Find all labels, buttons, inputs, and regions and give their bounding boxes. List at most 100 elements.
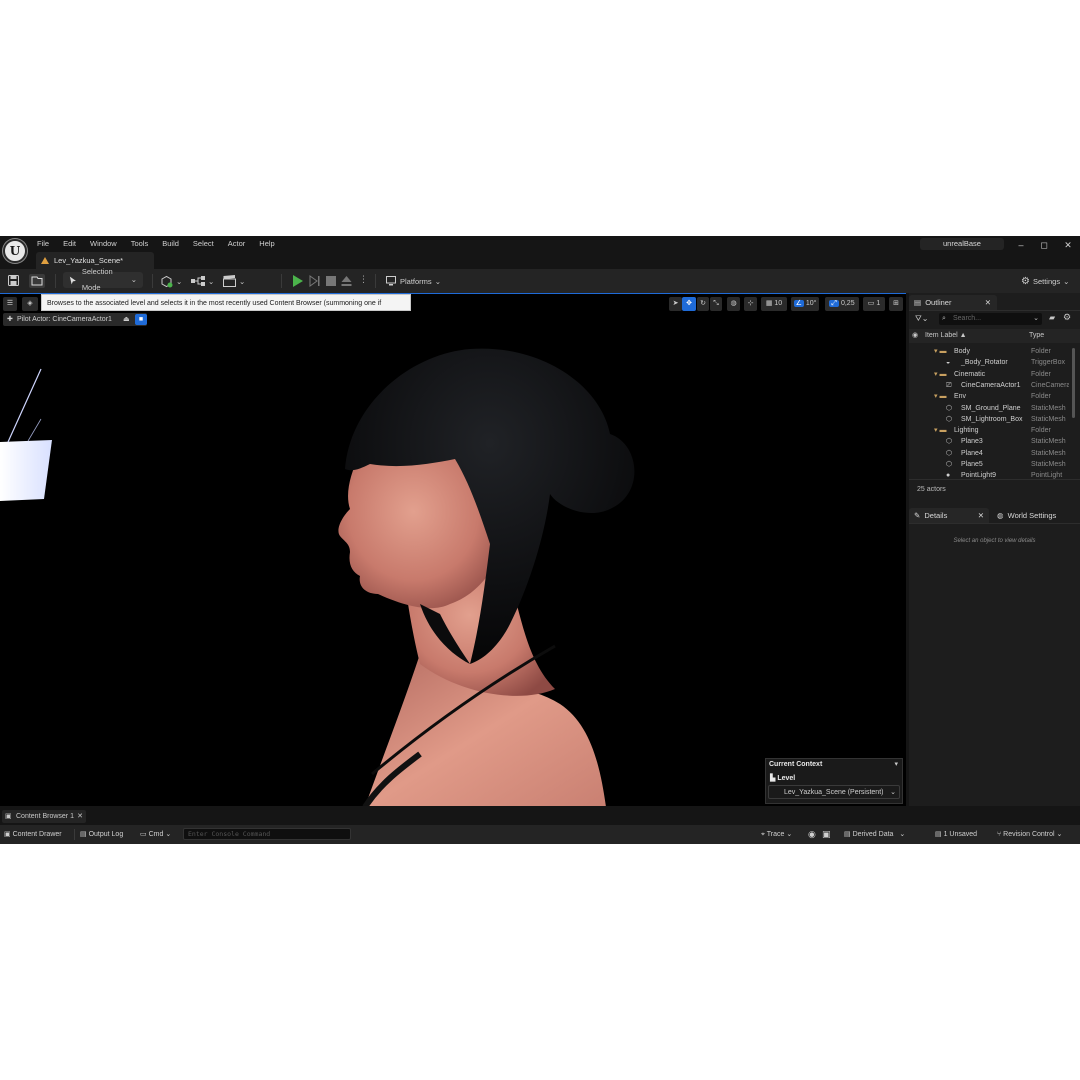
translate-tool-icon[interactable]: ✥: [682, 297, 696, 311]
content-drawer-label: Content Drawer: [12, 831, 62, 838]
cinematics-button[interactable]: ⌄: [223, 272, 245, 290]
content-browser-tab[interactable]: ▣ Content Browser 1 ✕: [2, 810, 86, 823]
details-tab[interactable]: ✎ Details ✕: [909, 508, 989, 523]
camera-lock-icon[interactable]: ■: [135, 314, 147, 325]
rotation-snap-toggle[interactable]: ∠ 10°: [791, 297, 819, 311]
content-drawer-button[interactable]: ▣ Content Drawer: [4, 828, 62, 841]
advance-frame-icon[interactable]: [309, 275, 320, 287]
menu-build[interactable]: Build: [162, 238, 185, 250]
select-tool-icon[interactable]: ➤: [669, 297, 682, 311]
platforms-dropdown[interactable]: Platforms ⌄: [386, 272, 441, 290]
scale-snap-toggle[interactable]: ⤢ 0,25: [825, 297, 859, 311]
play-icon[interactable]: [292, 275, 303, 287]
grid-snap-toggle[interactable]: ▦ 10: [761, 297, 787, 311]
outliner-row-label: Lighting: [954, 427, 979, 435]
settings-dropdown[interactable]: ⚙ Settings ⌄: [1021, 272, 1069, 290]
chevron-down-icon: ⌄: [239, 276, 246, 286]
outliner-header: ◉ Item Label ▲ Type: [909, 329, 1080, 343]
outliner-row[interactable]: ◒ _Body_Rotator TriggerBox: [909, 357, 1069, 368]
outliner-row[interactable]: ⎚ CineCameraActor1 CineCamera: [909, 380, 1069, 391]
status-bar: ▣ Content Drawer ▤ Output Log ▭ Cmd ⌄ En…: [0, 825, 1080, 844]
surface-snap-icon[interactable]: ⊹: [744, 297, 757, 311]
level-row: ▙ Level: [770, 774, 795, 782]
viewport-menu-icon[interactable]: ☰: [3, 297, 17, 311]
menu-select[interactable]: Select: [193, 238, 220, 250]
level-viewport[interactable]: ☰ ◈ Browses to the associated level and …: [0, 293, 906, 806]
rotation-snap-value: 10°: [805, 300, 817, 307]
outliner-row-type: Folder: [1031, 393, 1051, 401]
blueprint-icon: [191, 276, 205, 286]
outliner-scrollbar[interactable]: [1072, 348, 1075, 418]
column-item-label[interactable]: Item Label ▲: [925, 329, 967, 343]
pencil-icon: ✎: [914, 511, 921, 520]
outliner-row[interactable]: ▾ ▬ Cinematic Folder: [909, 369, 1069, 380]
blueprint-button[interactable]: ⌄: [191, 272, 214, 290]
unsaved-button[interactable]: ▤ 1 Unsaved: [935, 828, 977, 841]
close-icon[interactable]: ✕: [985, 295, 991, 310]
selection-mode-dropdown[interactable]: Selection Mode ⌄: [63, 267, 143, 292]
outliner-row[interactable]: ⬡ SM_Lightroom_Box StaticMesh: [909, 414, 1069, 425]
close-icon[interactable]: ✕: [978, 508, 984, 523]
outliner-search-input[interactable]: ⌕ Search... ⌄: [939, 313, 1042, 325]
outliner-row[interactable]: ▾ ▬ Body Folder: [909, 346, 1069, 357]
close-icon[interactable]: ✕: [77, 810, 83, 823]
search-placeholder: Search...: [953, 315, 982, 322]
save-icon[interactable]: [8, 275, 19, 286]
menu-help[interactable]: Help: [259, 238, 280, 250]
selection-cursor-icon: [69, 276, 76, 284]
play-options-icon[interactable]: ⋮: [359, 274, 368, 285]
column-type[interactable]: Type: [1029, 329, 1044, 343]
menu-window[interactable]: Window: [90, 238, 123, 250]
world-settings-tab[interactable]: ◍ World Settings: [993, 508, 1077, 523]
chevron-down-icon[interactable]: ▾: [894, 760, 898, 768]
outliner-row[interactable]: ⬡ Plane3 StaticMesh: [909, 436, 1069, 447]
maximize-button[interactable]: ◻: [1036, 238, 1052, 252]
derived-data-dropdown[interactable]: ▤ Derived Data ⌄: [844, 828, 905, 841]
revision-control-dropdown[interactable]: ⑂ Revision Control ⌄: [997, 828, 1062, 841]
outliner-row[interactable]: ▾ ▬ Lighting Folder: [909, 425, 1069, 436]
world-space-icon[interactable]: ◍: [727, 297, 740, 311]
perspective-icon[interactable]: ◈: [22, 297, 38, 311]
stop-icon[interactable]: [326, 276, 336, 286]
trace-dropdown[interactable]: ⌖ Trace ⌄: [761, 828, 792, 841]
chevron-down-icon: ⌄: [899, 831, 906, 838]
layout-icon[interactable]: ⊞: [889, 297, 903, 311]
cmd-dropdown[interactable]: ▭ Cmd ⌄: [140, 828, 171, 841]
derived-data-label: Derived Data: [852, 831, 894, 838]
menu-tools[interactable]: Tools: [131, 238, 155, 250]
eject-pilot-icon[interactable]: ⏏: [123, 313, 130, 326]
gear-icon[interactable]: ⚙: [1063, 312, 1071, 323]
rotate-tool-icon[interactable]: ↻: [697, 297, 709, 311]
folder-icon: ▾ ▬: [934, 348, 947, 355]
details-tab-label: Details: [924, 511, 948, 520]
outliner-row[interactable]: ▾ ▬ Env Folder: [909, 391, 1069, 402]
content-drawer-icon: ▣: [4, 831, 11, 838]
minimize-button[interactable]: –: [1013, 238, 1029, 252]
screenshot-icon[interactable]: ▣: [822, 828, 831, 841]
record-icon[interactable]: ◉: [808, 828, 816, 841]
output-log-button[interactable]: ▤ Output Log: [80, 828, 123, 841]
menu-file[interactable]: File: [37, 238, 55, 250]
menu-edit[interactable]: Edit: [63, 238, 82, 250]
level-dropdown[interactable]: Lev_Yazkua_Scene (Persistent) ⌄: [768, 785, 900, 799]
scale-tool-icon[interactable]: ⤡: [710, 297, 722, 311]
filter-icon[interactable]: ⛛⌄: [915, 314, 928, 324]
unreal-logo-icon[interactable]: [3, 239, 27, 263]
camera-speed-button[interactable]: ▭ 1: [863, 297, 885, 311]
eject-icon[interactable]: [341, 275, 352, 287]
add-folder-icon[interactable]: ▰: [1049, 313, 1055, 322]
outliner-row[interactable]: ⬡ Plane4 StaticMesh: [909, 448, 1069, 459]
add-actor-button[interactable]: ⌄: [160, 272, 182, 290]
outliner-tab[interactable]: ▤ Outliner ✕: [909, 295, 997, 310]
browse-level-button[interactable]: [29, 272, 45, 290]
viewport-scene: [0, 348, 635, 806]
menu-actor[interactable]: Actor: [228, 238, 252, 250]
outliner-row[interactable]: ⬡ Plane5 StaticMesh: [909, 459, 1069, 470]
close-button[interactable]: ✕: [1060, 238, 1076, 252]
console-command-input[interactable]: Enter Console Command: [183, 828, 351, 840]
outliner-tab-label: Outliner: [925, 298, 952, 307]
visibility-eye-icon[interactable]: ◉: [912, 329, 918, 343]
outliner-row[interactable]: ⬡ SM_Ground_Plane StaticMesh: [909, 403, 1069, 414]
details-empty-message: Select an object to view details: [953, 538, 1036, 544]
cmd-label: Cmd: [148, 831, 164, 838]
